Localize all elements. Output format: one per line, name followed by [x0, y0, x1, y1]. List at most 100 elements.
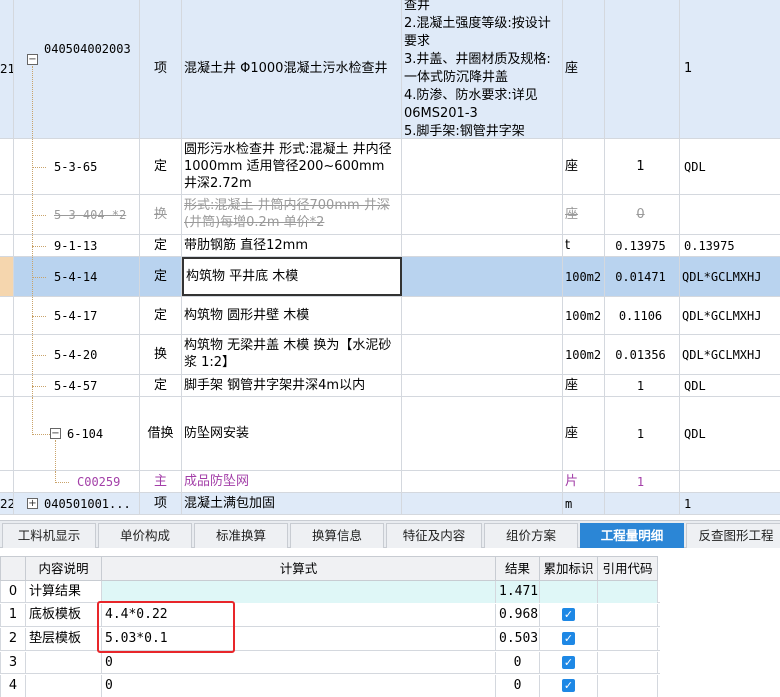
expr-cell: QDL — [684, 378, 706, 393]
type-cell: 换 — [140, 335, 182, 374]
qty-cell: 1 — [605, 375, 680, 396]
minus-box-icon[interactable]: − — [27, 54, 38, 65]
type-cell: 项 — [140, 0, 182, 138]
unit-cell: 座 — [563, 375, 605, 396]
table-row[interactable]: 5-4-20 换 构筑物 无梁井盖 木模 换为【水泥砂浆 1:2】 100m2 … — [0, 335, 780, 375]
result-cell: 0.968 — [496, 604, 540, 626]
type-cell: 定 — [140, 375, 182, 396]
row-number: 21 — [0, 0, 14, 138]
expr-cell: QDL — [684, 159, 706, 174]
desc-cell[interactable] — [26, 652, 102, 674]
result-cell: 0 — [496, 675, 540, 697]
expr-cell[interactable]: 0 — [102, 675, 496, 697]
table-row[interactable]: C00259 主 成品防坠网 片 1 — [0, 471, 780, 493]
row-index: 2 — [0, 628, 26, 650]
qty-cell: 1 — [605, 139, 680, 194]
table-row[interactable]: 21 − 040504002003 项 混凝土井 Φ1000混凝土污水检查井 查… — [0, 0, 780, 139]
qty-cell: 0.01471 — [605, 257, 680, 296]
quota-code: 5-4-17 — [54, 308, 98, 323]
checkbox-checked-icon[interactable]: ✓ — [562, 632, 575, 645]
header-ref-code: 引用代码 — [598, 556, 658, 581]
expr-cell[interactable] — [102, 581, 496, 603]
table-row-selected[interactable]: 5-4-14 定 构筑物 平井底 木模 100m2 0.01471 QDL*GC… — [0, 257, 780, 297]
row-index: 3 — [0, 652, 26, 674]
table-row[interactable]: 22 + 040501001... 项 混凝土满包加固 m 1 — [0, 493, 780, 515]
row-number: 22 — [0, 493, 14, 514]
qty-cell: 1 — [605, 397, 680, 470]
table-row[interactable]: 5-3-404 *2 换 形式:混凝土 井筒内径700mm 井深(井筒)每增0.… — [0, 195, 780, 235]
qty-cell: 1 — [605, 471, 680, 492]
header-result: 结果 — [496, 556, 540, 581]
name-cell: 带肋钢筋 直径12mm — [182, 235, 402, 256]
qty-cell: 0 — [605, 195, 680, 234]
tab-standard-conversion[interactable]: 标准换算 — [194, 523, 288, 548]
result-cell: 0.503 — [496, 628, 540, 650]
name-cell: 形式:混凝土 井筒内径700mm 井深(井筒)每增0.2m 单价*2 — [182, 195, 402, 234]
type-cell: 项 — [140, 493, 182, 514]
unit-cell: 100m2 — [563, 297, 605, 334]
name-cell: 混凝土满包加固 — [182, 493, 402, 514]
name-cell: 圆形污水检查井 形式:混凝土 井内径1000mm 适用管径200~600mm 井… — [182, 139, 402, 194]
plus-box-icon[interactable]: + — [27, 498, 38, 509]
expr-cell: 1 — [684, 61, 693, 76]
table-row[interactable]: 5-4-57 定 脚手架 钢管井字架井深4m以内 座 1 QDL — [0, 375, 780, 397]
unit-cell: 100m2 — [563, 335, 605, 374]
quota-code: 5-3-65 — [54, 159, 98, 174]
type-cell: 主 — [140, 471, 182, 492]
detail-tabs: 工料机显示 单价构成 标准换算 换算信息 特征及内容 组价方案 工程量明细 反查… — [0, 520, 780, 548]
qty-cell: 0.1106 — [605, 297, 680, 334]
desc-cell[interactable]: 底板模板 — [26, 604, 102, 626]
tab-pricing-scheme[interactable]: 组价方案 — [484, 523, 578, 548]
table-row[interactable]: 9-1-13 定 带肋钢筋 直径12mm t 0.13975 0.13975 — [0, 235, 780, 257]
tab-unit-price[interactable]: 单价构成 — [98, 523, 192, 548]
expr-cell[interactable]: 0 — [102, 652, 496, 674]
name-cell: 防坠网安装 — [182, 397, 402, 470]
quota-grid: 21 − 040504002003 项 混凝土井 Φ1000混凝土污水检查井 查… — [0, 0, 780, 515]
type-cell: 定 — [140, 257, 182, 296]
tab-conversion-info[interactable]: 换算信息 — [290, 523, 384, 548]
row-index: 1 — [0, 604, 26, 626]
highlight-annotation-box — [97, 601, 235, 653]
tab-reverse-lookup[interactable]: 反查图形工程 — [686, 523, 780, 548]
checkbox-checked-icon[interactable]: ✓ — [562, 679, 575, 692]
desc-cell[interactable]: 垫层模板 — [26, 628, 102, 650]
unit-cell: m — [563, 493, 605, 514]
name-cell: 混凝土井 Φ1000混凝土污水检查井 — [182, 0, 402, 138]
table-row[interactable]: 5-3-65 定 圆形污水检查井 形式:混凝土 井内径1000mm 适用管径20… — [0, 139, 780, 195]
quota-code: 9-1-13 — [54, 238, 98, 253]
checkbox-checked-icon[interactable]: ✓ — [562, 608, 575, 621]
item-code: 040501001... — [44, 496, 131, 511]
detail-row[interactable]: 0 计算结果 1.471 — [0, 581, 660, 603]
unit-cell: 座 — [563, 397, 605, 470]
header-accumulate: 累加标识 — [540, 556, 598, 581]
unit-cell: 片 — [563, 471, 605, 492]
header-desc: 内容说明 — [26, 556, 102, 581]
detail-row[interactable]: 4 0 0 ✓ — [0, 675, 660, 697]
name-cell: 构筑物 无梁井盖 木模 换为【水泥砂浆 1:2】 — [182, 335, 402, 374]
name-edit-cell[interactable]: 构筑物 平井底 木模 — [182, 257, 402, 296]
desc-cell[interactable] — [26, 675, 102, 697]
expr-cell: QDL — [684, 426, 706, 441]
tab-resources[interactable]: 工料机显示 — [2, 523, 96, 548]
tab-quantity-detail[interactable]: 工程量明细 — [580, 523, 684, 548]
name-cell: 成品防坠网 — [182, 471, 402, 492]
result-cell: 0 — [496, 652, 540, 674]
code-cell: 5-3-65 — [14, 139, 140, 194]
type-cell: 换 — [140, 195, 182, 234]
table-row[interactable]: 5-4-17 定 构筑物 圆形井壁 木模 100m2 0.1106 QDL*GC… — [0, 297, 780, 335]
qty-cell: 0.13975 — [605, 235, 680, 256]
checkbox-checked-icon[interactable]: ✓ — [562, 656, 575, 669]
minus-box-icon[interactable]: − — [50, 428, 61, 439]
quota-code: 5-4-57 — [54, 378, 98, 393]
table-row[interactable]: − 6-104 借换 防坠网安装 座 1 QDL — [0, 397, 780, 471]
quota-code: 5-4-14 — [54, 269, 98, 284]
tab-features[interactable]: 特征及内容 — [386, 523, 482, 548]
code-cell: − 040504002003 — [14, 0, 140, 138]
detail-row[interactable]: 3 0 0 ✓ — [0, 652, 660, 674]
type-cell: 定 — [140, 235, 182, 256]
row-index: 0 — [0, 581, 26, 603]
quota-code: 5-3-404 *2 — [54, 207, 127, 222]
item-code: 040504002003 — [44, 42, 131, 56]
header-expr: 计算式 — [102, 556, 496, 581]
expr-cell: QDL*GCLMXHJ — [682, 269, 762, 284]
